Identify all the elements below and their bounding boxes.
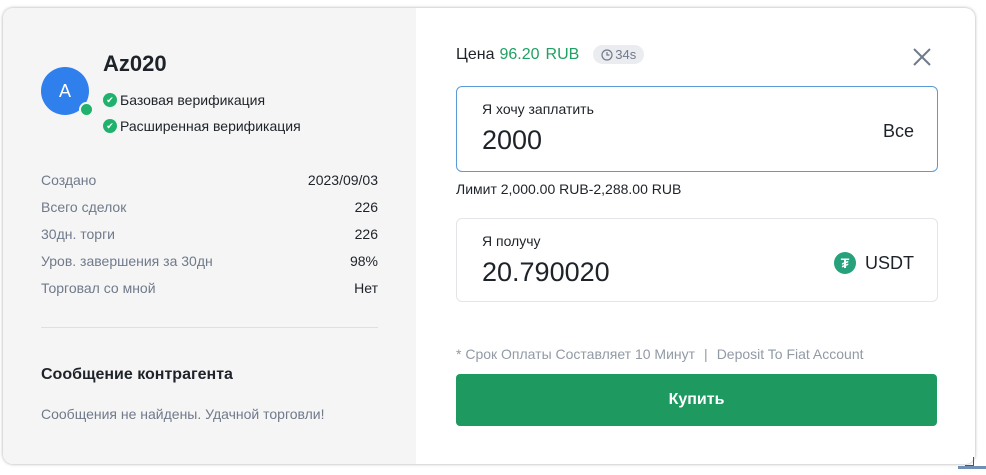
counterparty-message-title: Сообщение контрагента bbox=[41, 366, 233, 383]
avatar-letter: A bbox=[58, 80, 71, 101]
stat-value: 226 bbox=[354, 198, 378, 215]
stats-list: Создано 2023/09/03 Всего сделок 226 30дн… bbox=[41, 166, 378, 301]
stat-label: Всего сделок bbox=[41, 198, 127, 215]
stat-row-total-trades: Всего сделок 226 bbox=[41, 193, 378, 220]
stat-label: Торговал со мной bbox=[41, 279, 156, 296]
stat-row-created: Создано 2023/09/03 bbox=[41, 166, 378, 193]
stat-label: Уров. завершения за 30дн bbox=[41, 252, 213, 269]
tether-icon: ₮ bbox=[834, 252, 856, 274]
note-separator: | bbox=[704, 346, 708, 362]
stat-row-completion-rate: Уров. завершения за 30дн 98% bbox=[41, 247, 378, 274]
verification-label: Базовая верификация bbox=[120, 92, 266, 108]
receive-label: Я получу bbox=[482, 233, 541, 249]
payment-note: * Срок Оплаты Составляет 10 Минут | Depo… bbox=[456, 346, 864, 362]
payment-term-text: * Срок Оплаты Составляет 10 Минут bbox=[456, 346, 696, 362]
corner-bar bbox=[958, 466, 986, 469]
verification-basic: ✔ Базовая верификация bbox=[103, 92, 265, 108]
receive-amount-input[interactable]: 20.790020 bbox=[482, 257, 610, 288]
pay-label: Я хочу заплатить bbox=[482, 101, 594, 117]
online-status-dot bbox=[79, 102, 94, 117]
coin-indicator: ₮ USDT bbox=[834, 252, 914, 274]
price-currency: RUB bbox=[545, 45, 580, 63]
stat-label: Создано bbox=[41, 171, 97, 188]
verification-label: Расширенная верификация bbox=[120, 118, 301, 134]
stat-value: 226 bbox=[354, 225, 378, 242]
order-modal: A Az020 ✔ Базовая верификация ✔ Расширен… bbox=[3, 8, 975, 464]
max-amount-button[interactable]: Все bbox=[883, 121, 914, 142]
pay-amount-field[interactable]: Я хочу заплатить 2000 Все bbox=[456, 86, 938, 172]
stat-label: 30дн. торги bbox=[41, 225, 116, 242]
receive-amount-field[interactable]: Я получу 20.790020 ₮ USDT bbox=[456, 218, 938, 302]
stat-row-30d-trades: 30дн. торги 226 bbox=[41, 220, 378, 247]
counterparty-message-text: Сообщения не найдены. Удачной торговли! bbox=[41, 406, 325, 422]
corner-marker bbox=[965, 457, 974, 466]
coin-label: USDT bbox=[865, 252, 914, 273]
stat-value: Нет bbox=[354, 279, 378, 296]
limit-text: Лимит 2,000.00 RUB-2,288.00 RUB bbox=[456, 181, 682, 197]
deposit-account-text: Deposit To Fiat Account bbox=[716, 346, 864, 362]
timer-value: 34s bbox=[615, 47, 637, 62]
countdown-timer: 34s bbox=[593, 45, 645, 64]
divider bbox=[41, 327, 378, 328]
buy-button[interactable]: Купить bbox=[456, 374, 937, 426]
check-icon: ✔ bbox=[103, 93, 117, 107]
counterparty-username[interactable]: Az020 bbox=[103, 51, 167, 77]
verification-advanced: ✔ Расширенная верификация bbox=[103, 118, 301, 134]
price-label: Цена bbox=[456, 45, 495, 63]
check-icon: ✔ bbox=[103, 119, 117, 133]
stat-value: 2023/09/03 bbox=[307, 171, 378, 188]
counterparty-panel: A Az020 ✔ Базовая верификация ✔ Расширен… bbox=[3, 8, 416, 464]
price-value: 96.20 bbox=[499, 45, 540, 63]
stat-value: 98% bbox=[349, 252, 378, 269]
pay-amount-input[interactable]: 2000 bbox=[482, 125, 542, 156]
price-line: Цена 96.20 RUB 34s bbox=[456, 45, 645, 64]
stat-row-traded-with-me: Торговал со мной Нет bbox=[41, 274, 378, 301]
clock-icon bbox=[601, 48, 613, 61]
close-icon[interactable] bbox=[911, 46, 933, 68]
